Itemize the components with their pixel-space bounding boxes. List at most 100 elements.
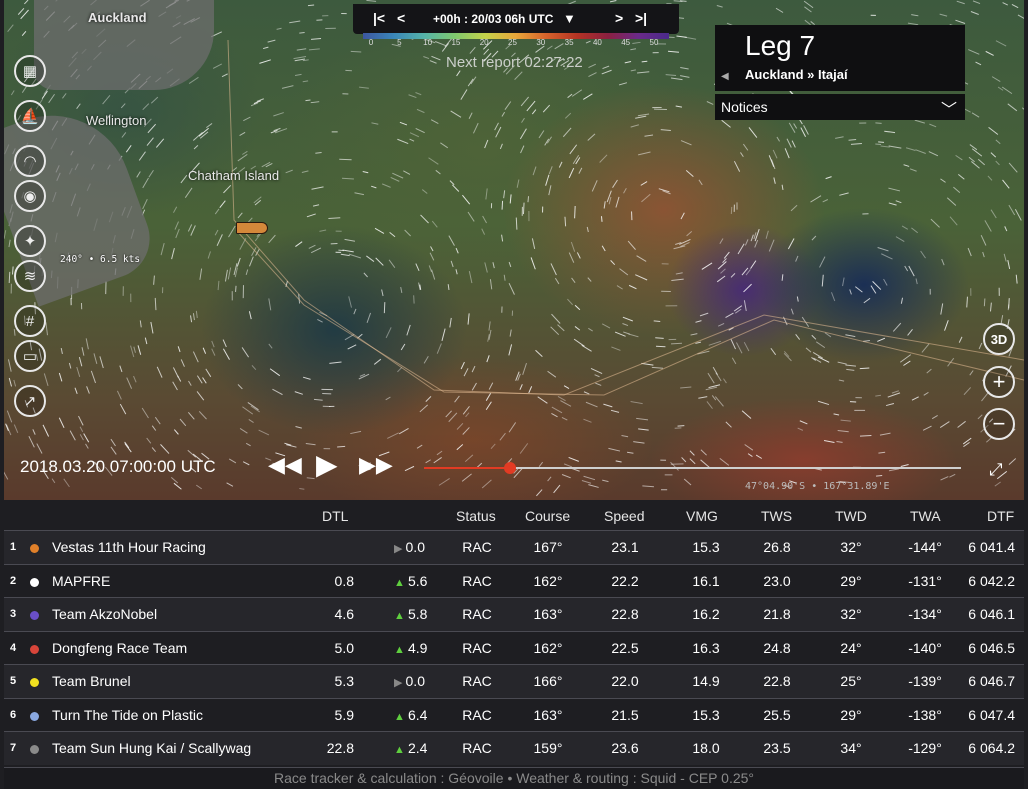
- zoom-out-button[interactable]: −: [983, 408, 1015, 440]
- scale-label: 30: [536, 38, 546, 47]
- timeline-slider[interactable]: [424, 462, 961, 474]
- table-row[interactable]: 7 Team Sun Hung Kai / Scallywag 22.8 RAC 159…: [4, 731, 1024, 765]
- ruler-icon[interactable]: ▭: [14, 340, 46, 372]
- compass-icon[interactable]: ✦: [14, 225, 46, 257]
- camera-icon[interactable]: ◉: [14, 180, 46, 212]
- 3d-toggle-button[interactable]: 3D: [983, 323, 1015, 355]
- table-row[interactable]: 2 MAPFRE 0.8 RAC 162° 22.2 16.1 23.0 29° -131° 6 0…: [4, 563, 1024, 597]
- status-cell: RAC: [462, 740, 492, 756]
- vmg-cell: 15.3: [692, 706, 720, 723]
- dtl-cell: 5.3: [334, 673, 354, 689]
- course-cell: 167°: [533, 539, 563, 555]
- rewind-button[interactable]: ◀◀: [268, 452, 302, 478]
- twd-cell: 25°: [840, 673, 862, 689]
- laylines-icon[interactable]: ◠: [14, 145, 46, 177]
- next-step-icon[interactable]: >: [615, 10, 623, 26]
- dtl-change-cell: ▲ 2.4: [394, 740, 427, 756]
- prev-leg-icon[interactable]: ◀: [721, 71, 729, 82]
- tws-cell: 25.5: [763, 706, 791, 723]
- status-cell: RAC: [462, 606, 492, 622]
- team-name: Turn The Tide on Plastic: [52, 706, 203, 723]
- notices-dropdown[interactable]: Notices ﹀: [715, 94, 965, 120]
- rank-cell: 6: [10, 708, 17, 721]
- dtf-cell: 6 047.4: [968, 706, 1015, 723]
- twa-cell: -131°: [908, 572, 942, 589]
- team-color-dot: [30, 611, 39, 620]
- last-step-icon[interactable]: >|: [635, 10, 647, 26]
- next-report: Next report 02:27:22: [446, 54, 583, 71]
- status-cell: RAC: [462, 673, 492, 689]
- rank-cell: 5: [10, 675, 17, 687]
- dtl-change-value: 5.6: [407, 572, 428, 589]
- place-wellington: Wellington: [86, 113, 147, 128]
- boat-marker[interactable]: [236, 222, 268, 234]
- header-twa[interactable]: TWA: [910, 508, 941, 524]
- table-row[interactable]: 4 Dongfeng Race Team 5.0 RAC 162° 22.5 16.3 24.…: [4, 630, 1024, 664]
- first-step-icon[interactable]: |<: [373, 10, 385, 26]
- play-button[interactable]: ▶: [316, 448, 338, 481]
- course-cell: 162°: [533, 572, 563, 589]
- speed-cell: 23.6: [611, 740, 639, 756]
- grid-icon[interactable]: #: [14, 305, 46, 337]
- leg-route: Auckland » Itajaí: [745, 67, 848, 82]
- notices-label: Notices: [721, 99, 768, 115]
- scale-label: 40: [592, 38, 602, 47]
- map-layer-icon[interactable]: ▦: [14, 55, 46, 87]
- course-cell: 163°: [533, 606, 563, 622]
- previous-step-icon[interactable]: <: [397, 10, 405, 26]
- dtf-cell: 6 064.2: [968, 740, 1015, 756]
- status-cell: RAC: [462, 572, 492, 589]
- speed-cell: 22.8: [611, 606, 639, 622]
- vmg-cell: 16.1: [692, 572, 720, 589]
- fast-forward-button[interactable]: ▶▶: [359, 452, 393, 478]
- vmg-cell: 18.0: [692, 740, 720, 756]
- header-tws[interactable]: TWS: [761, 508, 792, 524]
- team-name: Dongfeng Race Team: [52, 639, 188, 656]
- place-auckland: Auckland: [88, 10, 147, 25]
- table-row[interactable]: 6 Turn The Tide on Plastic 5.9 RAC 163° 21.5 1…: [4, 697, 1024, 731]
- speed-cell: 22.2: [611, 572, 639, 589]
- timeline-handle[interactable]: [503, 462, 516, 474]
- twa-cell: -134°: [908, 606, 942, 622]
- vmg-cell: 15.3: [692, 539, 720, 555]
- zoom-in-button[interactable]: +: [983, 366, 1015, 398]
- table-row[interactable]: 5 Team Brunel 5.3 RAC 166° 22.0 14.9 22.8 25° -13…: [4, 664, 1024, 698]
- header-twd[interactable]: TWD: [835, 508, 867, 524]
- course-cell: 162°: [533, 639, 563, 656]
- header-course[interactable]: Course: [525, 508, 570, 524]
- header-vmg[interactable]: VMG: [686, 508, 718, 524]
- scale-label: 45: [621, 38, 631, 47]
- chevron-down-icon: ﹀: [940, 102, 957, 119]
- boats-icon[interactable]: ⛵: [14, 100, 46, 132]
- leg-panel: Leg 7 ◀ Auckland » Itajaí: [715, 25, 965, 91]
- twa-cell: -129°: [908, 740, 942, 756]
- up-arrow-icon: ▲: [394, 744, 408, 756]
- scale-label: 20: [479, 38, 489, 47]
- dtl-change-cell: ▲ 4.9: [394, 640, 427, 656]
- time-dropdown-icon[interactable]: ▼: [563, 11, 576, 26]
- header-dtf[interactable]: DTF: [987, 508, 1014, 524]
- dtl-cell: 22.8: [326, 740, 354, 756]
- timeline-progress: [424, 467, 510, 469]
- header-status[interactable]: Status: [456, 508, 496, 524]
- place-chatham-island: Chatham Island: [188, 168, 280, 183]
- dtf-cell: 6 046.1: [968, 606, 1015, 622]
- table-body: 1 Vestas 11th Hour Racing RAC 167° 23.1 15.3 2…: [4, 530, 1024, 765]
- fullscreen-icon[interactable]: ⤢: [989, 460, 1003, 480]
- table-row[interactable]: 3 Team AkzoNobel 4.6 RAC 163° 22.8 16.2 21.8 32°…: [4, 597, 1024, 631]
- scale-label: 15: [451, 38, 461, 47]
- twa-cell: -139°: [908, 673, 942, 689]
- dtl-cell: 5.0: [334, 639, 354, 656]
- table-row[interactable]: 1 Vestas 11th Hour Racing RAC 167° 23.1 15.3 2…: [4, 530, 1024, 564]
- status-cell: RAC: [462, 639, 492, 656]
- chart-icon[interactable]: ↗: [14, 385, 46, 417]
- tws-cell: 23.5: [763, 740, 791, 756]
- header-speed[interactable]: Speed: [604, 508, 644, 524]
- tws-cell: 24.8: [763, 639, 791, 656]
- ranking-table: DTL Status Course Speed VMG TWS TWD TWA …: [4, 500, 1024, 765]
- wind-icon[interactable]: ≋: [14, 260, 46, 292]
- twd-cell: 34°: [840, 740, 862, 756]
- team-name: Team Sun Hung Kai / Scallywag: [52, 740, 252, 756]
- status-cell: RAC: [462, 706, 492, 723]
- header-dtl[interactable]: DTL: [322, 508, 348, 524]
